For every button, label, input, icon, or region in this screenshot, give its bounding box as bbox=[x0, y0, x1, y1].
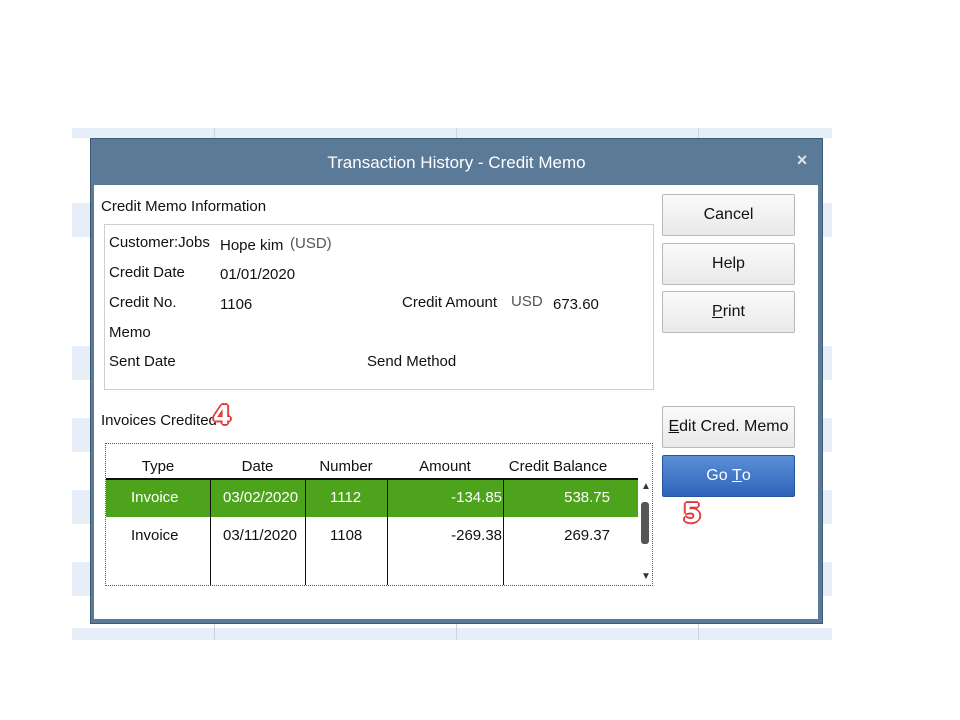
cancel-button[interactable]: Cancel bbox=[662, 194, 795, 236]
sent-date-label: Sent Date bbox=[109, 353, 176, 370]
credit-memo-info-panel: Customer:Jobs Hope kim (USD) Credit Date… bbox=[104, 224, 654, 390]
edit-credit-memo-button[interactable]: Edit Cred. Memo bbox=[662, 406, 795, 448]
edit-mnemonic: E bbox=[668, 418, 680, 435]
print-mnemonic: P bbox=[712, 303, 723, 320]
credit-no-value: 1106 bbox=[220, 296, 253, 313]
credit-date-label: Credit Date bbox=[109, 264, 185, 281]
transaction-history-dialog: Transaction History - Credit Memo × Cred… bbox=[91, 139, 822, 623]
cell-type: Invoice bbox=[131, 489, 179, 506]
scroll-up-arrow-icon[interactable]: ▲ bbox=[640, 480, 652, 494]
credit-amount-currency: USD bbox=[511, 293, 543, 310]
invoices-credited-heading: Invoices Credited bbox=[101, 412, 217, 429]
edit-label: dit Cred. Memo bbox=[679, 418, 789, 435]
cell-amount: -134.85 bbox=[451, 489, 502, 506]
customer-currency: (USD) bbox=[290, 235, 332, 252]
credit-memo-info-heading: Credit Memo Information bbox=[101, 198, 267, 215]
cell-type: Invoice bbox=[131, 527, 179, 544]
cell-date: 03/02/2020 bbox=[223, 489, 299, 506]
cell-date: 03/11/2020 bbox=[223, 527, 297, 544]
credit-amount-value: 673.60 bbox=[553, 296, 599, 313]
register-stripe bbox=[72, 128, 832, 138]
table-row-selected[interactable]: Invoice 03/02/2020 1112 -134.85 538.75 bbox=[106, 480, 638, 517]
dialog-title-bar[interactable]: Transaction History - Credit Memo × bbox=[91, 139, 822, 185]
column-header-type[interactable]: Type bbox=[106, 458, 210, 475]
credit-amount-label: Credit Amount bbox=[402, 294, 498, 311]
column-header-amount[interactable]: Amount bbox=[387, 458, 503, 475]
column-divider bbox=[387, 478, 388, 585]
go-to-label-rest: o bbox=[741, 467, 751, 484]
table-row[interactable]: Invoice 03/11/2020 1108 -269.38 269.37 bbox=[106, 518, 638, 555]
credit-no-label: Credit No. bbox=[109, 294, 177, 311]
column-header-credit-balance[interactable]: Credit Balance bbox=[503, 458, 613, 475]
invoices-credited-table: Type Date Number Amount Credit Balance I… bbox=[105, 443, 653, 586]
print-label: rint bbox=[722, 303, 745, 320]
cell-amount: -269.38 bbox=[451, 527, 502, 544]
column-divider bbox=[210, 478, 211, 585]
help-button[interactable]: Help bbox=[662, 243, 795, 285]
scroll-down-arrow-icon[interactable]: ▼ bbox=[640, 570, 652, 584]
go-to-button[interactable]: Go To bbox=[662, 455, 795, 497]
annotation-step-5: 5 bbox=[683, 499, 702, 529]
column-header-date[interactable]: Date bbox=[210, 458, 305, 475]
memo-label: Memo bbox=[109, 324, 151, 341]
cell-number: 1108 bbox=[330, 527, 363, 544]
close-icon[interactable]: × bbox=[794, 151, 810, 169]
print-button[interactable]: Print bbox=[662, 291, 795, 333]
dialog-body: Credit Memo Information Customer:Jobs Ho… bbox=[94, 185, 818, 619]
annotation-step-4: 4 bbox=[213, 401, 232, 431]
customer-jobs-label: Customer:Jobs bbox=[109, 234, 210, 251]
customer-jobs-value: Hope kim bbox=[220, 237, 284, 254]
cell-number: 1112 bbox=[330, 489, 362, 506]
go-to-label-pre: Go bbox=[706, 467, 733, 484]
register-stripe bbox=[72, 628, 832, 640]
go-to-mnemonic: T bbox=[732, 467, 742, 484]
column-header-number[interactable]: Number bbox=[305, 458, 387, 475]
credit-date-value: 01/01/2020 bbox=[220, 266, 296, 283]
cell-credit-balance: 538.75 bbox=[564, 489, 610, 506]
table-scrollbar[interactable]: ▲ ▼ bbox=[640, 480, 652, 584]
column-divider bbox=[305, 478, 306, 585]
scrollbar-thumb[interactable] bbox=[641, 502, 649, 544]
send-method-label: Send Method bbox=[367, 353, 457, 370]
cell-credit-balance: 269.37 bbox=[564, 527, 610, 544]
dialog-title: Transaction History - Credit Memo bbox=[327, 153, 586, 172]
column-divider bbox=[503, 478, 504, 585]
